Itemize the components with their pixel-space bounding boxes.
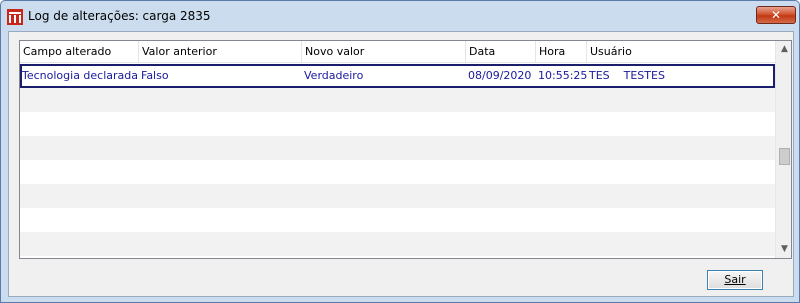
cell-campo: Tecnologia declarada <box>22 69 139 82</box>
cell-hora: 10:55:25 <box>538 69 588 82</box>
exit-button[interactable]: Sair <box>707 270 763 290</box>
close-button[interactable]: ✕ <box>756 6 796 24</box>
log-dialog-window: Log de alterações: carga 2835 ✕ Campo al… <box>0 0 800 303</box>
app-logo-icon <box>7 9 23 25</box>
dialog-client-area: Campo alterado Valor anterior Novo valor… <box>8 31 794 297</box>
empty-row <box>20 232 775 256</box>
scroll-thumb[interactable] <box>779 148 790 165</box>
table-row[interactable]: Tecnologia declarada Falso Verdadeiro 08… <box>20 64 775 88</box>
scroll-down-icon[interactable]: ▼ <box>776 241 791 258</box>
changes-list[interactable]: Campo alterado Valor anterior Novo valor… <box>19 40 792 259</box>
list-header: Campo alterado Valor anterior Novo valor… <box>20 41 775 63</box>
title-bar[interactable]: Log de alterações: carga 2835 ✕ <box>1 1 799 33</box>
vertical-scrollbar[interactable]: ▲ ▼ <box>775 41 791 258</box>
empty-row <box>20 88 775 112</box>
cell-valor-anterior: Falso <box>141 69 169 82</box>
empty-row <box>20 184 775 208</box>
close-icon: ✕ <box>770 8 782 22</box>
exit-button-label: Sair <box>724 273 746 286</box>
empty-row <box>20 160 775 184</box>
column-header-data[interactable]: Data <box>466 41 536 63</box>
column-header-hora[interactable]: Hora <box>536 41 587 63</box>
cell-novo-valor: Verdadeiro <box>304 69 364 82</box>
column-header-valor-anterior[interactable]: Valor anterior <box>139 41 302 63</box>
cell-data: 08/09/2020 <box>468 69 532 82</box>
empty-row <box>20 208 775 232</box>
empty-row <box>20 112 775 136</box>
cell-usuario: TES TESTES <box>589 69 665 82</box>
scroll-up-icon[interactable]: ▲ <box>776 41 791 58</box>
column-header-novo-valor[interactable]: Novo valor <box>302 41 466 63</box>
window-title: Log de alterações: carga 2835 <box>28 9 211 23</box>
empty-row <box>20 136 775 160</box>
column-header-campo[interactable]: Campo alterado <box>20 41 139 63</box>
column-header-usuario[interactable]: Usuário <box>587 41 775 63</box>
